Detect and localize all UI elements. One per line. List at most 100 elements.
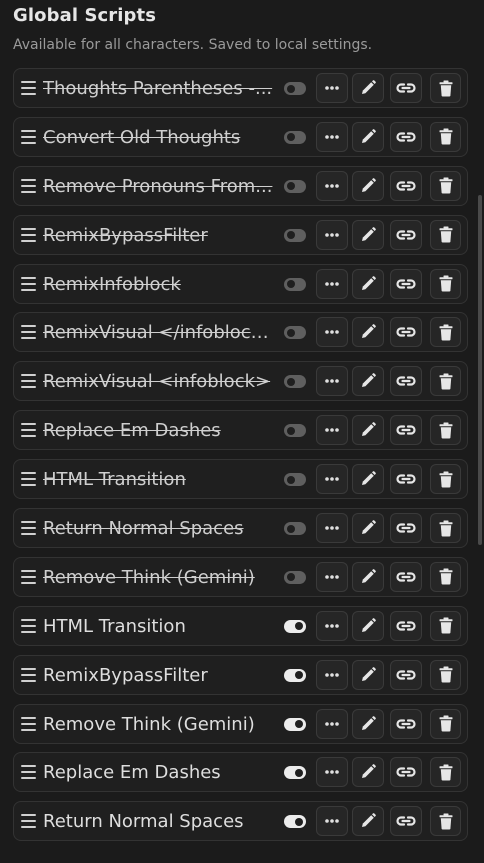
edit-script-button[interactable] [352, 464, 384, 495]
delete-script-button[interactable] [430, 268, 461, 299]
delete-script-button[interactable] [430, 415, 461, 446]
link-script-button[interactable] [390, 121, 422, 152]
more-options-button[interactable] [316, 317, 348, 348]
more-options-button[interactable] [316, 464, 348, 495]
edit-script-button[interactable] [352, 73, 384, 103]
script-enable-toggle[interactable] [284, 82, 306, 95]
ellipsis-icon [324, 667, 340, 683]
drag-handle-icon[interactable] [21, 129, 36, 144]
drag-handle-icon[interactable] [21, 178, 36, 193]
link-script-button[interactable] [390, 73, 422, 103]
script-enable-toggle[interactable] [284, 570, 306, 584]
edit-script-button[interactable] [352, 610, 384, 641]
link-script-button[interactable] [390, 513, 422, 544]
drag-handle-icon[interactable] [21, 423, 36, 438]
more-options-button[interactable] [316, 659, 348, 690]
delete-script-button[interactable] [430, 317, 461, 348]
drag-handle-icon[interactable] [21, 667, 36, 682]
delete-script-button[interactable] [430, 464, 461, 495]
script-enable-toggle[interactable] [284, 424, 306, 438]
edit-script-button[interactable] [352, 317, 384, 348]
link-script-button[interactable] [390, 561, 422, 592]
link-icon [395, 80, 417, 96]
delete-script-button[interactable] [430, 757, 461, 788]
script-enable-toggle[interactable] [284, 522, 306, 536]
more-options-button[interactable] [316, 513, 348, 544]
more-options-button[interactable] [316, 219, 348, 250]
link-script-button[interactable] [390, 366, 422, 397]
edit-script-button[interactable] [352, 513, 384, 544]
scrollbar-thumb[interactable] [478, 195, 482, 545]
more-options-button[interactable] [316, 366, 348, 397]
delete-script-button[interactable] [430, 219, 461, 250]
drag-handle-icon[interactable] [21, 325, 36, 340]
edit-script-button[interactable] [352, 415, 384, 446]
drag-handle-icon[interactable] [21, 81, 36, 95]
delete-script-button[interactable] [430, 561, 461, 592]
link-script-button[interactable] [390, 659, 422, 690]
script-enable-toggle[interactable] [284, 717, 306, 731]
more-options-button[interactable] [316, 170, 348, 201]
link-script-button[interactable] [390, 464, 422, 495]
link-script-button[interactable] [390, 317, 422, 348]
delete-script-button[interactable] [430, 73, 461, 103]
drag-handle-icon[interactable] [21, 765, 36, 780]
drag-handle-icon[interactable] [21, 569, 36, 584]
delete-script-button[interactable] [430, 170, 461, 201]
drag-handle-icon[interactable] [21, 814, 36, 829]
delete-script-button[interactable] [430, 708, 461, 739]
script-enable-toggle[interactable] [284, 228, 306, 242]
link-script-button[interactable] [390, 219, 422, 250]
edit-script-button[interactable] [352, 366, 384, 397]
drag-handle-icon[interactable] [21, 521, 36, 536]
script-enable-toggle[interactable] [284, 766, 306, 780]
script-enable-toggle[interactable] [284, 277, 306, 291]
script-enable-toggle[interactable] [284, 473, 306, 487]
script-enable-toggle[interactable] [284, 619, 306, 633]
more-options-button[interactable] [316, 708, 348, 739]
edit-script-button[interactable] [352, 268, 384, 299]
script-enable-toggle[interactable] [284, 179, 306, 193]
more-options-button[interactable] [316, 757, 348, 788]
delete-script-button[interactable] [430, 513, 461, 544]
link-script-button[interactable] [390, 170, 422, 201]
edit-script-button[interactable] [352, 806, 384, 837]
more-options-button[interactable] [316, 610, 348, 641]
edit-script-button[interactable] [352, 170, 384, 201]
drag-handle-icon[interactable] [21, 716, 36, 731]
drag-handle-icon[interactable] [21, 374, 36, 389]
edit-script-button[interactable] [352, 757, 384, 788]
delete-script-button[interactable] [430, 806, 461, 837]
link-script-button[interactable] [390, 268, 422, 299]
delete-script-button[interactable] [430, 610, 461, 641]
drag-handle-icon[interactable] [21, 227, 36, 242]
edit-script-button[interactable] [352, 561, 384, 592]
more-options-button[interactable] [316, 415, 348, 446]
link-script-button[interactable] [390, 708, 422, 739]
more-options-button[interactable] [316, 268, 348, 299]
link-script-button[interactable] [390, 806, 422, 837]
more-options-button[interactable] [316, 73, 348, 103]
edit-script-button[interactable] [352, 219, 384, 250]
more-options-button[interactable] [316, 561, 348, 592]
script-enable-toggle[interactable] [284, 326, 306, 340]
more-options-button[interactable] [316, 121, 348, 152]
delete-script-button[interactable] [430, 659, 461, 690]
drag-handle-icon[interactable] [21, 276, 36, 291]
link-script-button[interactable] [390, 757, 422, 788]
more-options-button[interactable] [316, 806, 348, 837]
link-script-button[interactable] [390, 610, 422, 641]
edit-script-button[interactable] [352, 659, 384, 690]
delete-script-button[interactable] [430, 121, 461, 152]
delete-script-button[interactable] [430, 366, 461, 397]
drag-handle-icon[interactable] [21, 472, 36, 487]
script-enable-toggle[interactable] [284, 668, 306, 682]
script-enable-toggle[interactable] [284, 375, 306, 389]
edit-script-button[interactable] [352, 121, 384, 152]
script-row: Return Normal Spaces [13, 508, 468, 549]
script-enable-toggle[interactable] [284, 130, 306, 144]
link-script-button[interactable] [390, 415, 422, 446]
edit-script-button[interactable] [352, 708, 384, 739]
script-enable-toggle[interactable] [284, 815, 306, 829]
drag-handle-icon[interactable] [21, 618, 36, 633]
